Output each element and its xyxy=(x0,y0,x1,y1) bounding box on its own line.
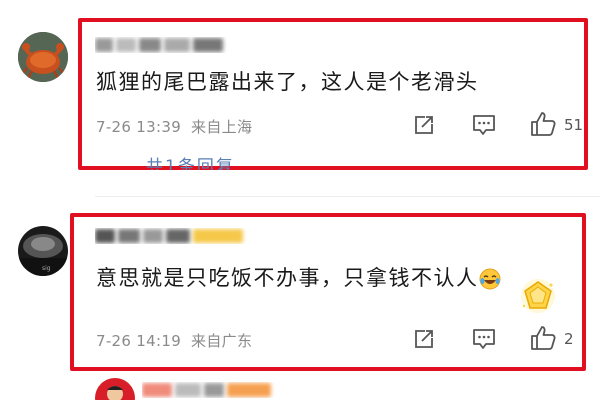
comment-text-2: 意思就是只吃饭不办事，只拿钱不认人 xyxy=(96,262,501,292)
share-icon xyxy=(415,116,433,134)
timestamp: 7-26 14:19 xyxy=(96,332,182,350)
view-replies-link[interactable]: 共1条回复 xyxy=(146,152,235,170)
share-icon xyxy=(415,330,433,348)
laughing-crying-emoji xyxy=(479,268,500,290)
share-button[interactable] xyxy=(412,327,436,351)
night-scene-avatar-icon: sig xyxy=(18,226,68,276)
crab-avatar-icon xyxy=(18,32,68,82)
comment-divider xyxy=(95,196,600,197)
timestamp: 7-26 13:39 xyxy=(96,118,182,136)
thumbs-up-icon xyxy=(531,112,556,136)
comment-icon xyxy=(473,115,495,135)
avatar-night[interactable]: sig xyxy=(18,226,68,276)
comment-button[interactable] xyxy=(471,113,497,137)
avatar-crab[interactable] xyxy=(18,32,68,82)
avatar-partial[interactable] xyxy=(95,378,135,400)
vip-diamond-badge-icon xyxy=(521,279,555,313)
comment-meta-2: 7-26 14:19 来自广东 xyxy=(96,330,252,351)
like-count: 2 xyxy=(564,330,574,348)
location: 来自广东 xyxy=(191,332,253,350)
username-redacted[interactable] xyxy=(142,382,302,398)
svg-text:sig: sig xyxy=(42,265,51,272)
person-avatar-icon xyxy=(95,378,135,400)
share-button[interactable] xyxy=(412,113,436,137)
comment-meta-1: 7-26 13:39 来自上海 xyxy=(96,116,252,137)
like-button[interactable] xyxy=(529,110,557,138)
comment-icon xyxy=(473,329,495,349)
like-count: 51 xyxy=(564,116,584,134)
vip-diamond-badge xyxy=(518,276,558,316)
comment-text-2-body: 意思就是只吃饭不办事，只拿钱不认人 xyxy=(96,266,479,290)
location: 来自上海 xyxy=(191,118,253,136)
comment-button[interactable] xyxy=(471,327,497,351)
like-button[interactable] xyxy=(529,324,557,352)
thumbs-up-icon xyxy=(531,326,556,350)
comment-text-1: 狐狸的尾巴露出来了，这人是个老滑头 xyxy=(96,70,479,94)
